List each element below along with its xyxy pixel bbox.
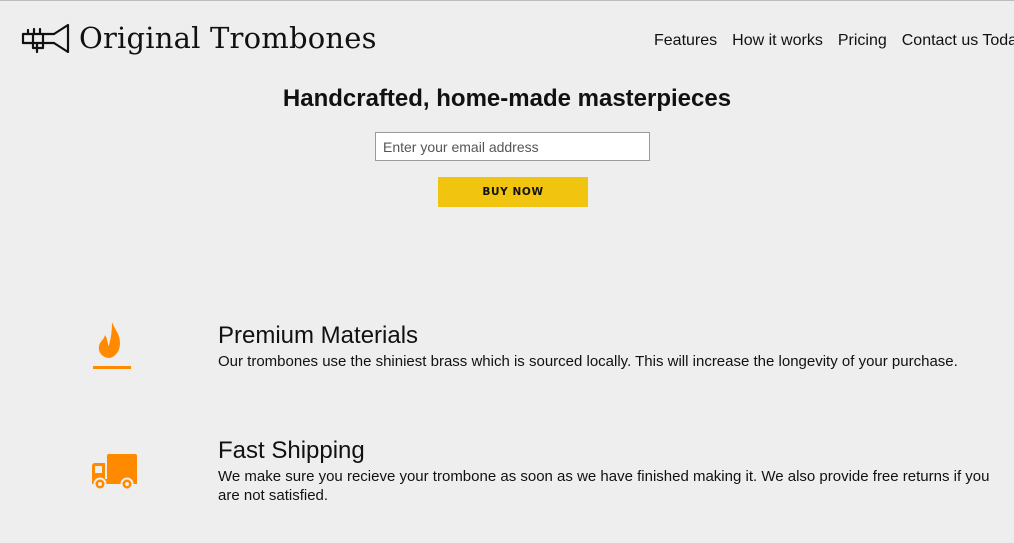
fire-icon [92,321,132,376]
nav-link-pricing[interactable]: Pricing [838,31,887,51]
hero-title: Handcrafted, home-made masterpieces [282,85,732,112]
truck-icon [90,453,138,498]
feature-title: Premium Materials [218,322,419,349]
feature-title: Fast Shipping [218,437,365,464]
logo-text: Original Trombones [79,21,377,55]
nav-link-how-it-works[interactable]: How it works [732,31,823,51]
nav-link-features[interactable]: Features [654,31,717,51]
trombone-icon [21,20,70,56]
site-header: Original Trombones Features How it works… [0,1,1014,79]
main-nav: Features How it works Pricing Contact us… [654,31,1014,51]
feature-description: We make sure you recieve your trombone a… [218,468,990,504]
email-input[interactable] [375,132,650,161]
buy-now-button[interactable]: BUY NOW [438,177,588,207]
feature-description: Our trombones use the shiniest brass whi… [218,353,958,370]
logo[interactable]: Original Trombones [21,20,377,56]
nav-link-contact[interactable]: Contact us Today [902,31,1014,51]
